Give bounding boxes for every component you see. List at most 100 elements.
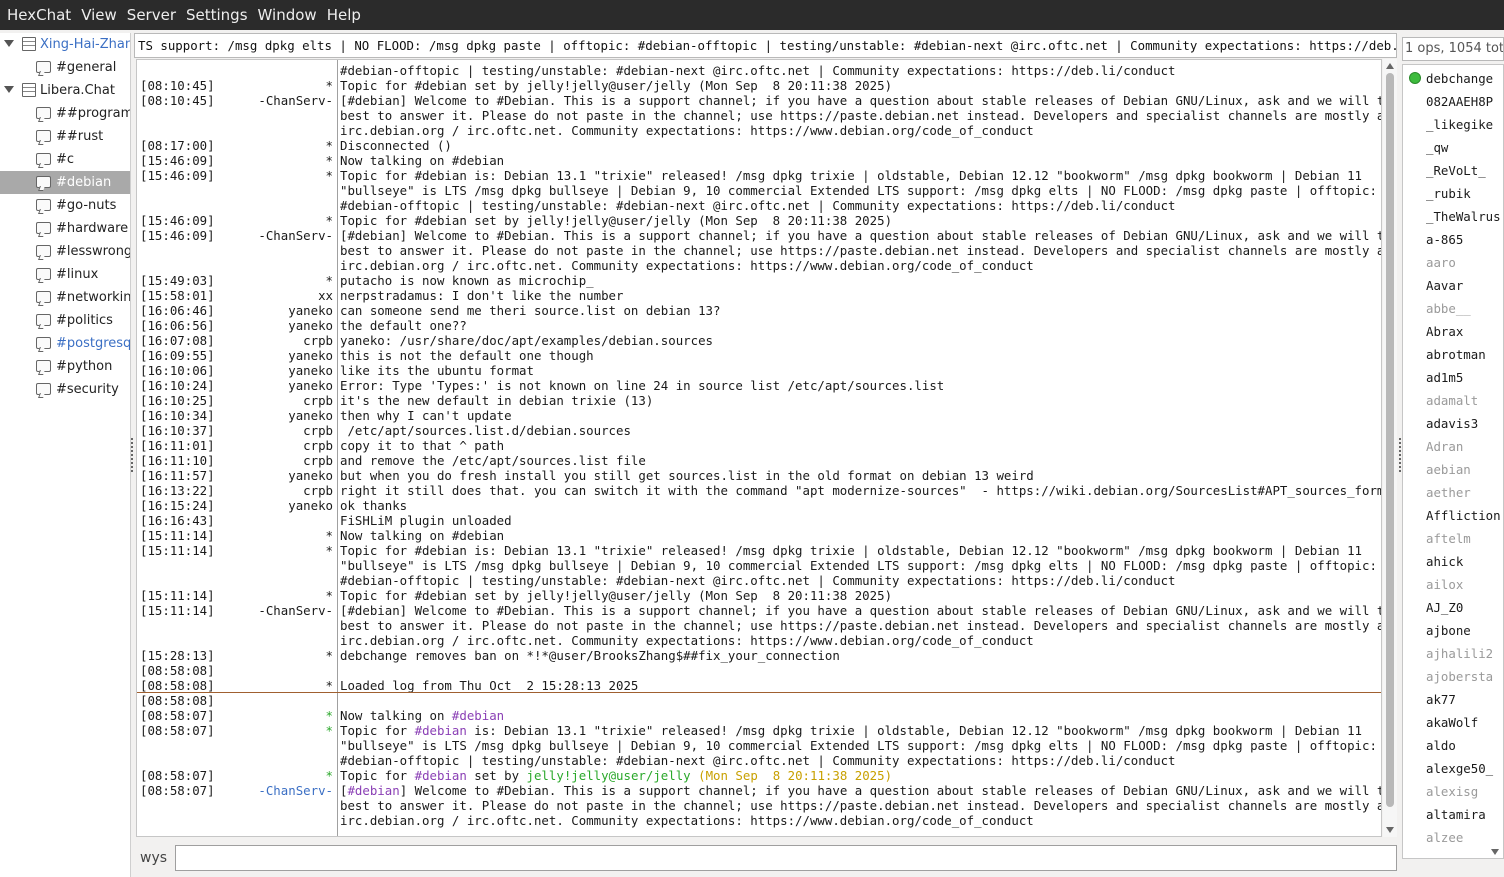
channel-item[interactable]: #debian xyxy=(0,171,130,194)
menu-help[interactable]: Help xyxy=(322,0,366,30)
expander-icon[interactable] xyxy=(4,40,14,47)
nick-label[interactable]: * xyxy=(223,138,333,153)
channel-item[interactable]: #c xyxy=(0,148,130,171)
user-item[interactable]: alexge50_ xyxy=(1426,757,1493,780)
nick-label[interactable]: yaneko xyxy=(223,363,333,378)
channel-item[interactable]: #general xyxy=(0,56,130,79)
user-item[interactable]: alzee xyxy=(1426,826,1463,849)
user-item[interactable]: aldo xyxy=(1426,734,1456,757)
user-item[interactable]: akaWolf xyxy=(1426,711,1478,734)
server-1[interactable]: Libera.Chat xyxy=(0,79,130,102)
user-item[interactable]: _rubik xyxy=(1426,182,1471,205)
nick-label[interactable]: * xyxy=(223,708,333,723)
nick-label[interactable]: yaneko xyxy=(223,348,333,363)
nick-label[interactable]: yaneko xyxy=(223,303,333,318)
nick-label[interactable]: * xyxy=(223,678,333,693)
user-item[interactable]: _likegike xyxy=(1426,113,1493,136)
menu-settings[interactable]: Settings xyxy=(181,0,253,30)
server-0[interactable]: Xing-Hai-Zhang xyxy=(0,33,130,56)
channel-item[interactable]: #linux xyxy=(0,263,130,286)
channel-item[interactable]: ##rust xyxy=(0,125,130,148)
menu-server[interactable]: Server xyxy=(122,0,181,30)
nick-label[interactable]: * xyxy=(223,273,333,288)
user-item[interactable]: ak77 xyxy=(1426,688,1456,711)
channel-item[interactable]: #networking xyxy=(0,286,130,309)
channel-item[interactable]: #security xyxy=(0,378,130,401)
user-item[interactable]: Aavar xyxy=(1426,274,1463,297)
channel-item[interactable]: #python xyxy=(0,355,130,378)
nick-label[interactable]: * xyxy=(223,153,333,168)
userlist-scroll-down-icon[interactable] xyxy=(1491,849,1499,855)
nick-label[interactable]: * xyxy=(223,78,333,93)
user-item[interactable]: altamira xyxy=(1426,803,1486,826)
nick-label[interactable]: yaneko xyxy=(223,318,333,333)
userlist-scrollbar[interactable] xyxy=(1488,64,1502,859)
user-item[interactable]: aaro xyxy=(1426,251,1456,274)
menu-view[interactable]: View xyxy=(76,0,122,30)
channel-item[interactable]: ##programming xyxy=(0,102,130,125)
user-item[interactable]: 082AAEH8P xyxy=(1426,90,1493,113)
scroll-thumb[interactable] xyxy=(1386,73,1394,807)
nick-label[interactable]: yaneko xyxy=(223,408,333,423)
user-item[interactable]: adamalt xyxy=(1426,389,1478,412)
nick-label[interactable]: -ChanServ- xyxy=(223,93,333,108)
user-item[interactable]: alexisg xyxy=(1426,780,1478,803)
user-item[interactable]: Adran xyxy=(1426,435,1463,458)
user-item[interactable]: ajhalili2 xyxy=(1426,642,1493,665)
chat-scrollbar[interactable] xyxy=(1383,59,1397,837)
nick-button[interactable]: wys xyxy=(140,850,167,866)
nick-label[interactable]: * xyxy=(223,768,333,783)
nick-label[interactable]: crpb xyxy=(223,438,333,453)
user-item[interactable]: a-865 xyxy=(1426,228,1463,251)
nick-label[interactable]: * xyxy=(223,213,333,228)
nick-label[interactable]: * xyxy=(223,648,333,663)
user-item[interactable]: ad1m5 xyxy=(1426,366,1463,389)
chat-log[interactable]: #debian-offtopic | testing/unstable: #de… xyxy=(136,59,1382,837)
left-pane-grip[interactable] xyxy=(131,438,134,472)
nick-label[interactable]: -ChanServ- xyxy=(223,228,333,243)
user-item[interactable]: _qw xyxy=(1426,136,1448,159)
nick-label[interactable]: crpb xyxy=(223,333,333,348)
nick-label[interactable]: xx xyxy=(223,288,333,303)
user-item[interactable]: _ReVoLt_ xyxy=(1426,159,1486,182)
message-input[interactable] xyxy=(175,845,1397,871)
user-item[interactable]: AJ_Z0 xyxy=(1426,596,1463,619)
user-item[interactable]: abrotman xyxy=(1426,343,1486,366)
channel-item[interactable]: #lesswrong xyxy=(0,240,130,263)
user-item[interactable]: aebian xyxy=(1426,458,1471,481)
user-item[interactable]: aftelm xyxy=(1426,527,1471,550)
user-item[interactable]: ahick xyxy=(1426,550,1463,573)
nick-label[interactable]: -ChanServ- xyxy=(223,783,333,798)
nick-label[interactable]: crpb xyxy=(223,453,333,468)
nick-label[interactable]: yaneko xyxy=(223,468,333,483)
menu-hexchat[interactable]: HexChat xyxy=(2,0,76,30)
nick-label[interactable]: * xyxy=(223,588,333,603)
channel-item[interactable]: #politics xyxy=(0,309,130,332)
user-item[interactable]: adavis3 xyxy=(1426,412,1478,435)
user-item[interactable]: ajbone xyxy=(1426,619,1471,642)
nick-label[interactable]: * xyxy=(223,528,333,543)
expander-icon[interactable] xyxy=(4,86,14,93)
user-item[interactable]: ailox xyxy=(1426,573,1463,596)
user-item[interactable]: aether xyxy=(1426,481,1471,504)
scroll-down-icon[interactable] xyxy=(1386,827,1394,833)
user-item[interactable]: ajobersta xyxy=(1426,665,1493,688)
nick-label[interactable]: * xyxy=(223,723,333,738)
nick-label[interactable]: crpb xyxy=(223,483,333,498)
nick-label[interactable]: crpb xyxy=(223,393,333,408)
topic-bar[interactable]: TS support: /msg dpkg elts | NO FLOOD: /… xyxy=(134,33,1397,58)
user-item[interactable]: Abrax xyxy=(1426,320,1463,343)
nick-label[interactable]: crpb xyxy=(223,423,333,438)
nick-label[interactable]: yaneko xyxy=(223,498,333,513)
nick-label[interactable]: -ChanServ- xyxy=(223,603,333,618)
menu-window[interactable]: Window xyxy=(253,0,322,30)
nick-label[interactable]: yaneko xyxy=(223,378,333,393)
channel-item[interactable]: #go-nuts xyxy=(0,194,130,217)
nick-label[interactable]: * xyxy=(223,543,333,558)
channel-item[interactable]: #hardware xyxy=(0,217,130,240)
nick-label[interactable]: * xyxy=(223,168,333,183)
scroll-up-icon[interactable] xyxy=(1386,63,1394,69)
user-item[interactable]: debchange xyxy=(1426,67,1493,90)
user-item[interactable]: abbe__ xyxy=(1426,297,1471,320)
channel-item[interactable]: #postgresql xyxy=(0,332,130,355)
